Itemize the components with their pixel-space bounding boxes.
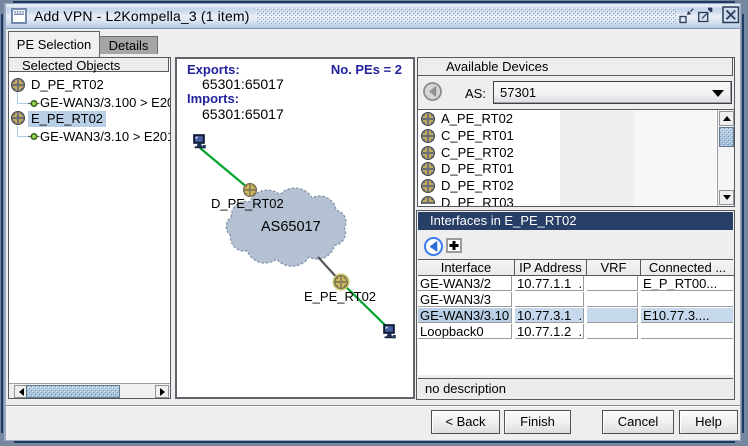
svg-text:D_PE_RT02: D_PE_RT02 — [211, 196, 284, 211]
svg-text:AS65017: AS65017 — [261, 219, 321, 235]
svg-text:E_PE_RT02: E_PE_RT02 — [304, 289, 376, 304]
